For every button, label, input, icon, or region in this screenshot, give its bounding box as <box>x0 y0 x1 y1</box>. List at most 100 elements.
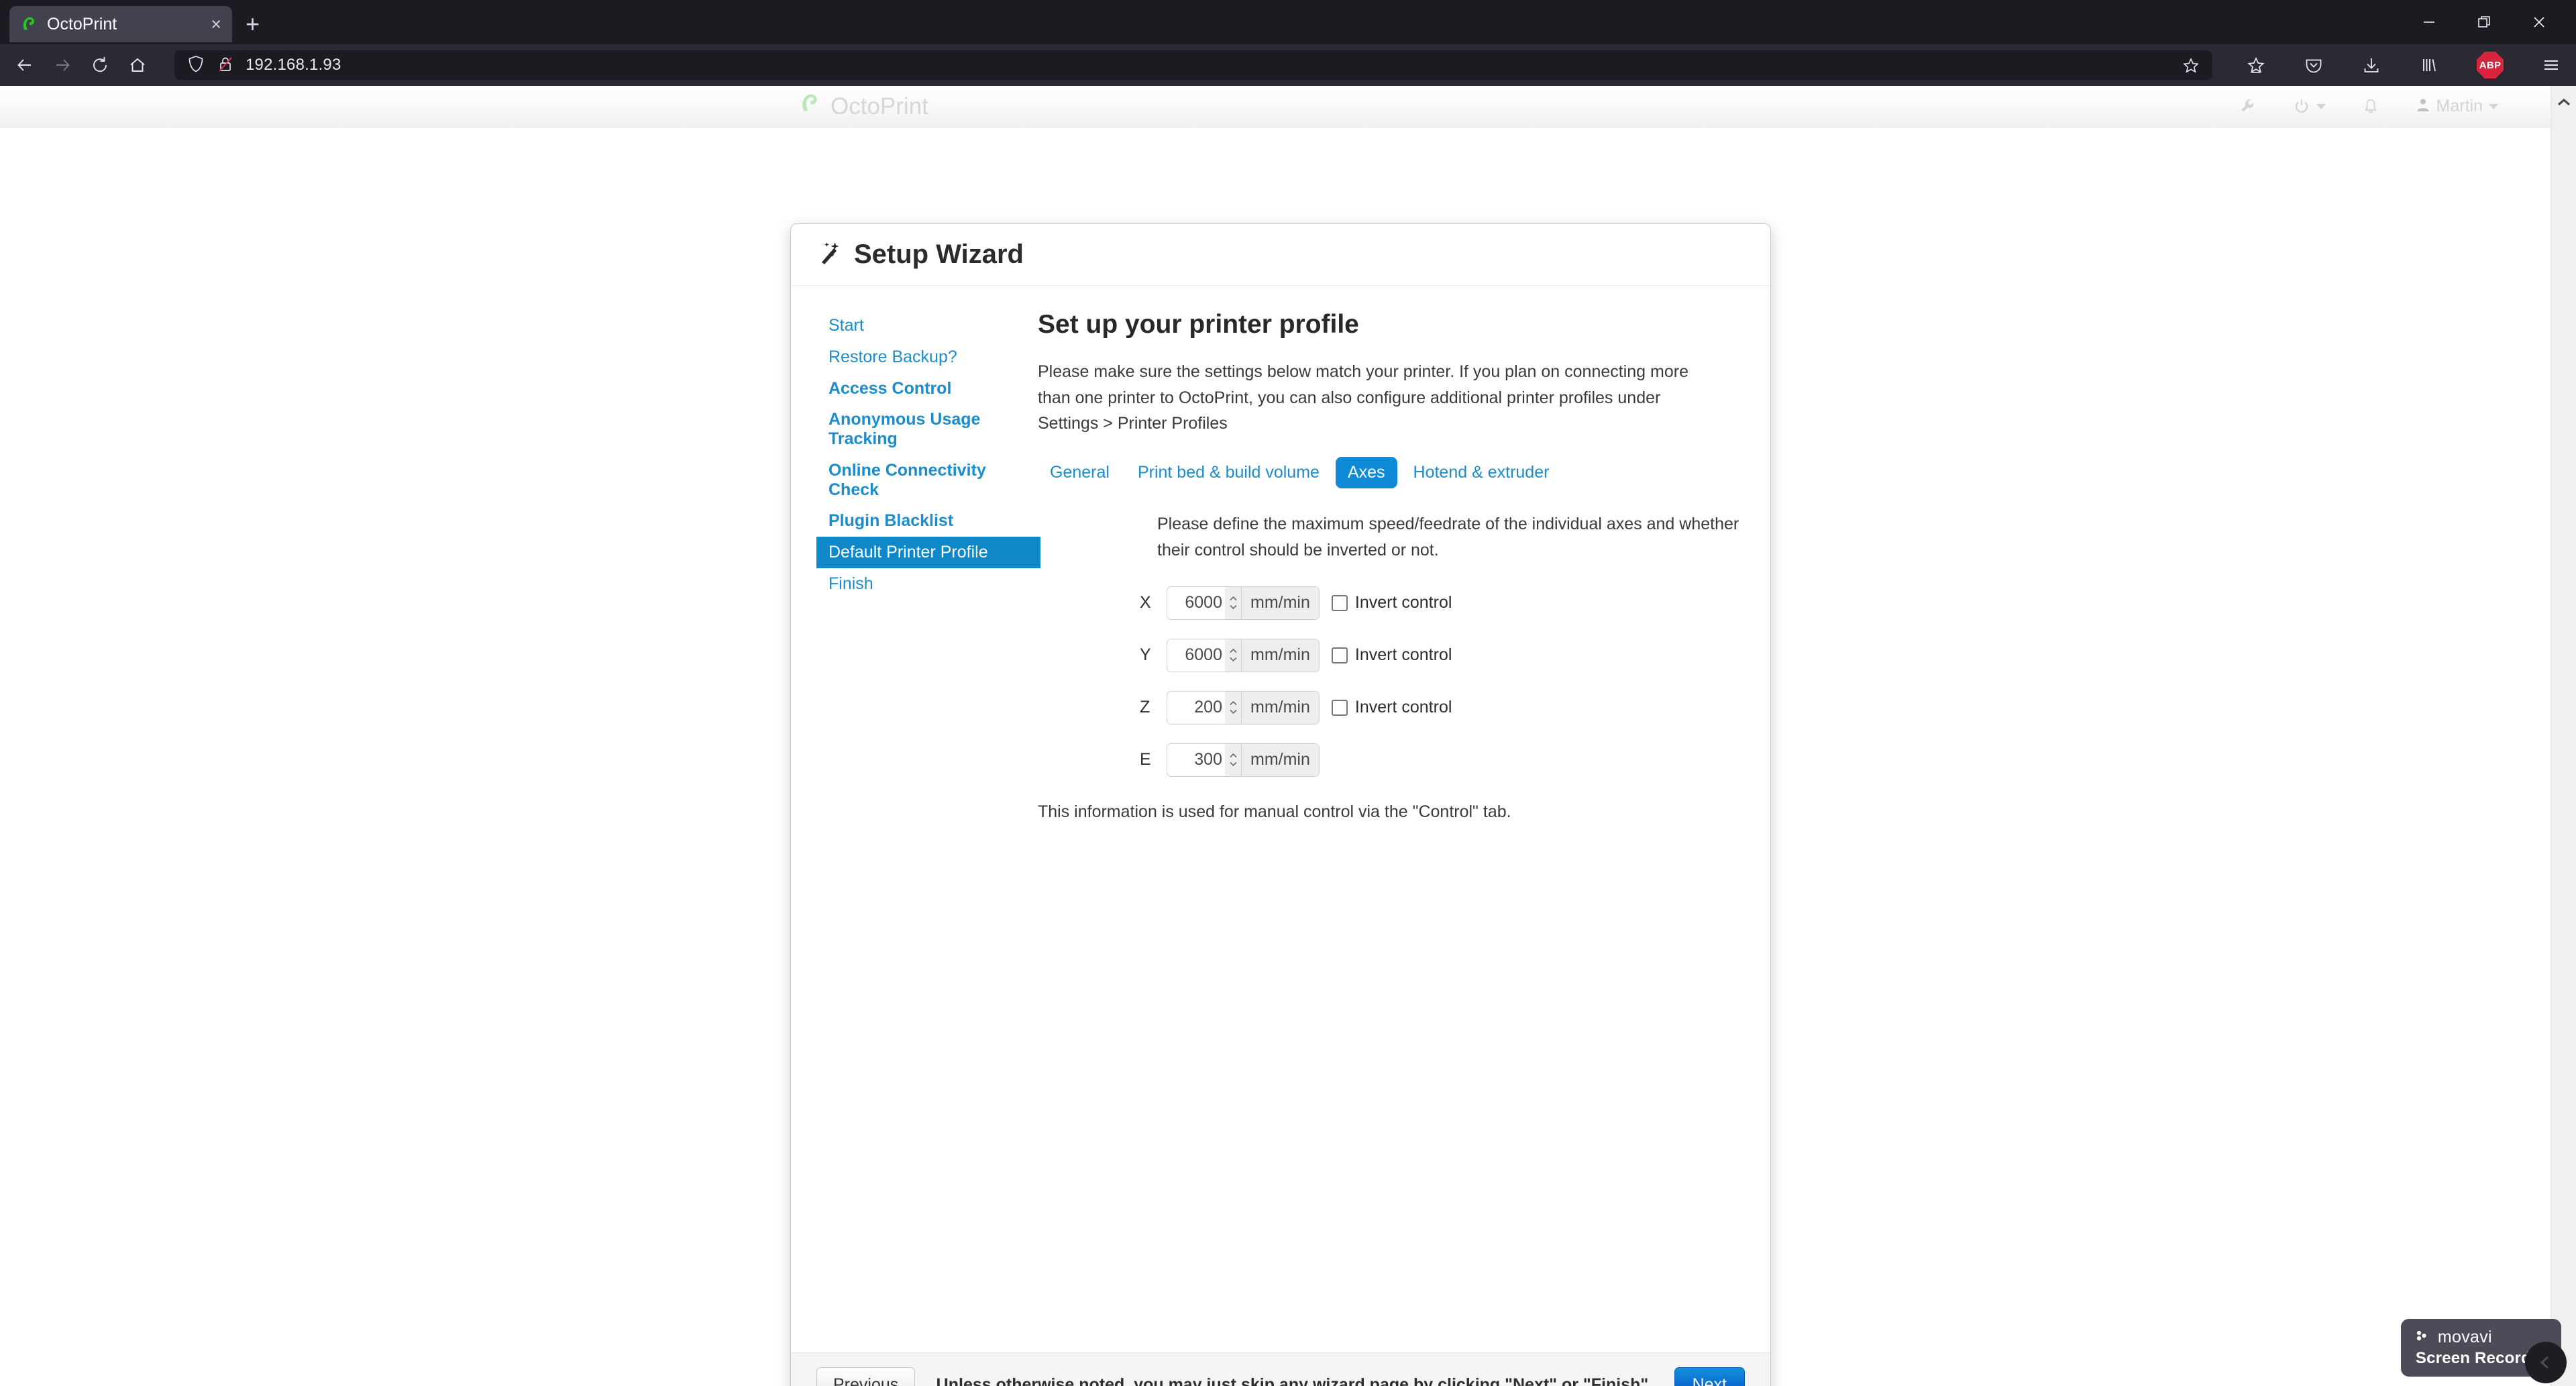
axis-label-e: E <box>1140 750 1167 769</box>
wizard-nav-item-finish[interactable]: Finish <box>816 568 1030 600</box>
wrench-icon[interactable] <box>2239 98 2257 115</box>
power-icon[interactable] <box>2293 98 2326 115</box>
page-description: Please make sure the settings below matc… <box>1038 359 1715 437</box>
invert-control-x[interactable]: Invert control <box>1332 593 1452 612</box>
wizard-nav-item-default-printer-profile[interactable]: Default Printer Profile <box>816 537 1040 568</box>
wizard-nav-item-anonymous-usage-tracking[interactable]: Anonymous Usage Tracking <box>816 404 1030 455</box>
octoprint-brand[interactable]: OctoPrint <box>798 92 928 121</box>
axis-row-z: Z 200 mm/min Invert control <box>1140 691 1749 725</box>
stepper-arrows-icon[interactable] <box>1225 587 1241 619</box>
dialog-body: Start Restore Backup? Access Control Ano… <box>791 286 1770 1352</box>
next-button[interactable]: Next <box>1674 1367 1745 1386</box>
axis-row-y: Y 6000 mm/min Invert control <box>1140 639 1749 672</box>
reload-icon[interactable] <box>90 55 110 75</box>
user-name: Martin <box>2436 97 2483 116</box>
back-arrow-icon[interactable] <box>15 55 35 75</box>
page-viewport: OctoPrint <box>0 86 2576 1386</box>
watermark-brand: movavi <box>2438 1328 2492 1347</box>
browser-window: OctoPrint × + <box>0 0 2576 1386</box>
axis-unit-z: mm/min <box>1241 692 1319 724</box>
insecure-connection-icon[interactable] <box>216 54 235 76</box>
notifications-bell-icon[interactable] <box>2362 98 2379 115</box>
avatar-icon <box>2416 97 2430 115</box>
page-scrollbar[interactable] <box>2551 86 2576 1386</box>
library-icon[interactable] <box>2419 55 2439 75</box>
wizard-main-panel: Set up your printer profile Please make … <box>1030 310 1770 1352</box>
restore-icon[interactable] <box>2475 13 2493 31</box>
invert-control-y[interactable]: Invert control <box>1332 645 1452 665</box>
tracking-protection-shield-icon[interactable] <box>186 54 205 76</box>
close-icon[interactable]: × <box>211 15 221 34</box>
axes-description: Please define the maximum speed/feedrate… <box>1157 511 1741 564</box>
previous-button[interactable]: Previous <box>816 1367 915 1386</box>
octoprint-logo-icon <box>798 92 821 121</box>
magic-wand-icon <box>816 239 843 270</box>
browser-tab-octoprint[interactable]: OctoPrint × <box>9 6 232 42</box>
invert-checkbox-y[interactable] <box>1332 647 1348 663</box>
stepper-arrows-icon[interactable] <box>1225 744 1241 776</box>
stepper-arrows-icon[interactable] <box>1225 692 1241 724</box>
window-controls <box>2420 0 2564 44</box>
movavi-logo-icon <box>2416 1328 2432 1347</box>
axis-row-e: E 300 mm/min <box>1140 743 1749 777</box>
axis-unit-e: mm/min <box>1241 744 1319 776</box>
forward-arrow-icon[interactable] <box>52 55 72 75</box>
close-window-icon[interactable] <box>2530 13 2548 31</box>
new-tab-button[interactable]: + <box>246 12 260 36</box>
octoprint-navbar-actions: Martin <box>2239 97 2498 116</box>
tab-print-bed-build-volume[interactable]: Print bed & build volume <box>1126 457 1332 488</box>
wizard-nav-item-online-connectivity-check[interactable]: Online Connectivity Check <box>816 455 1030 506</box>
axis-speed-input-x[interactable]: 6000 <box>1167 587 1225 619</box>
axis-speed-input-z[interactable]: 200 <box>1167 692 1225 724</box>
browser-toolbar-actions: ABP <box>2239 52 2561 78</box>
watermark-collapse-button[interactable] <box>2525 1342 2567 1383</box>
axis-speed-input-e[interactable]: 300 <box>1167 744 1225 776</box>
wizard-nav-item-access-control[interactable]: Access Control <box>816 373 1030 405</box>
url-text[interactable]: 192.168.1.93 <box>246 56 341 74</box>
tab-hotend-extruder[interactable]: Hotend & extruder <box>1401 457 1562 488</box>
axis-speed-input-y[interactable]: 6000 <box>1167 639 1225 672</box>
axis-speed-stepper-x[interactable]: 6000 mm/min <box>1167 586 1320 620</box>
tab-axes[interactable]: Axes <box>1336 457 1397 488</box>
adblock-plus-icon[interactable]: ABP <box>2477 52 2504 78</box>
dialog-footer: Previous Unless otherwise noted, you may… <box>791 1352 1770 1386</box>
bookmark-star-icon[interactable] <box>2182 56 2200 74</box>
minimize-icon[interactable] <box>2420 13 2438 31</box>
invert-checkbox-z[interactable] <box>1332 700 1348 716</box>
invert-label-y: Invert control <box>1355 645 1452 665</box>
axis-speed-stepper-z[interactable]: 200 mm/min <box>1167 691 1320 725</box>
browser-tabstrip: OctoPrint × + <box>0 0 2576 44</box>
chevron-down-icon <box>2489 104 2498 109</box>
invert-label-x: Invert control <box>1355 593 1452 612</box>
octoprint-navbar: OctoPrint <box>0 86 2551 127</box>
wizard-nav-item-start[interactable]: Start <box>816 310 1030 341</box>
home-icon[interactable] <box>127 55 148 75</box>
wizard-nav-item-plugin-blacklist[interactable]: Plugin Blacklist <box>816 505 1030 537</box>
bookmark-star-toolbar-icon[interactable] <box>2246 55 2266 75</box>
invert-checkbox-x[interactable] <box>1332 595 1348 611</box>
printer-profile-tabs: General Print bed & build volume Axes Ho… <box>1038 457 1749 488</box>
watermark-line-1: movavi <box>2416 1328 2546 1347</box>
wizard-nav-item-restore-backup[interactable]: Restore Backup? <box>816 341 1030 373</box>
axis-speed-stepper-e[interactable]: 300 mm/min <box>1167 743 1320 777</box>
axis-unit-x: mm/min <box>1241 587 1319 619</box>
downloads-icon[interactable] <box>2361 55 2381 75</box>
chevron-down-icon <box>2316 104 2326 109</box>
axis-speed-stepper-y[interactable]: 6000 mm/min <box>1167 639 1320 672</box>
axis-label-x: X <box>1140 593 1167 612</box>
axis-label-y: Y <box>1140 645 1167 665</box>
browser-navbar: 192.168.1.93 <box>0 44 2576 86</box>
stepper-arrows-icon[interactable] <box>1225 639 1241 672</box>
octoprint-brand-label: OctoPrint <box>830 93 928 120</box>
user-menu[interactable]: Martin <box>2416 97 2498 116</box>
invert-control-z[interactable]: Invert control <box>1332 698 1452 717</box>
pocket-icon[interactable] <box>2304 55 2324 75</box>
movavi-watermark: movavi Screen Recorder <box>2401 1319 2561 1377</box>
tab-general[interactable]: General <box>1038 457 1122 488</box>
hamburger-menu-icon[interactable] <box>2541 55 2561 75</box>
dialog-title: Setup Wizard <box>854 239 1024 270</box>
url-bar[interactable]: 192.168.1.93 <box>174 50 2212 80</box>
footer-hint-text: Unless otherwise noted, you may just ski… <box>915 1375 1674 1386</box>
scroll-up-arrow-icon[interactable] <box>2551 91 2576 114</box>
wizard-nav: Start Restore Backup? Access Control Ano… <box>791 310 1030 1352</box>
